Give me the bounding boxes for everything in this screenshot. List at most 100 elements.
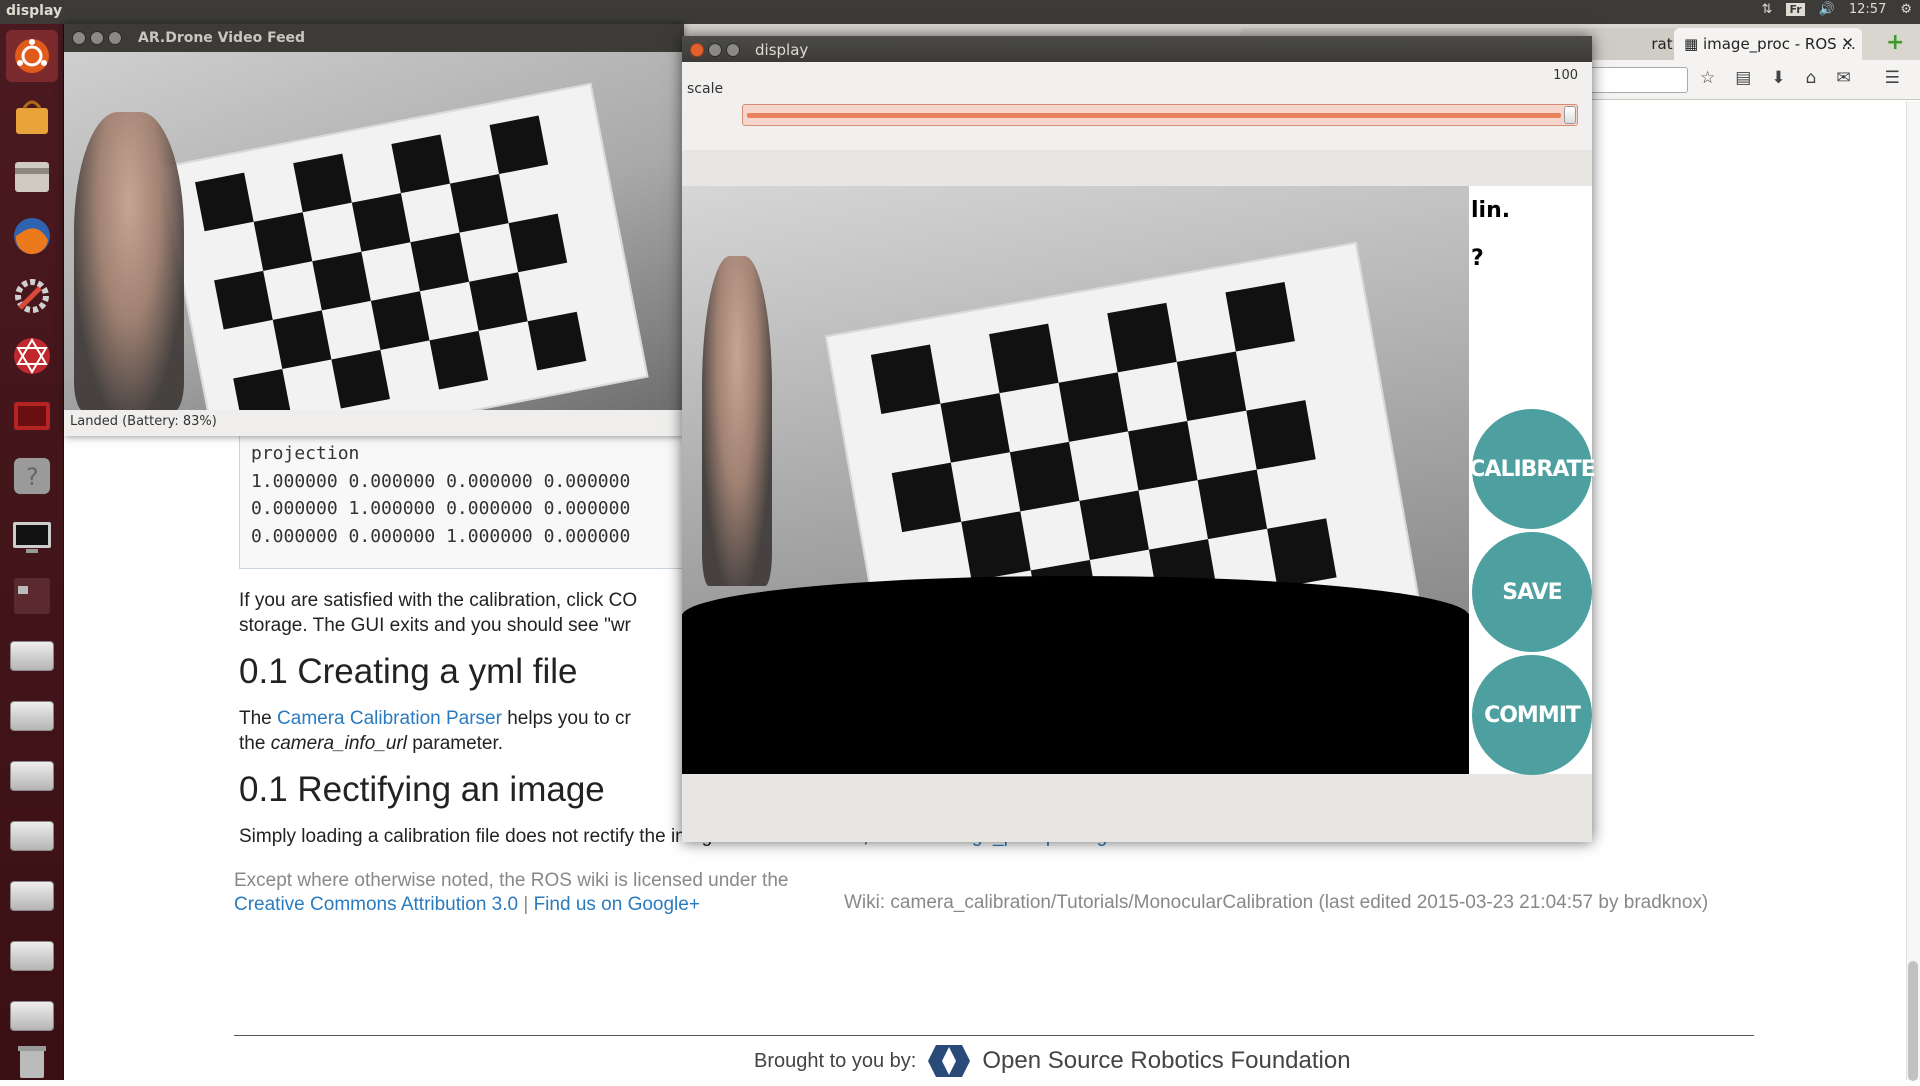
footer-links: Creative Commons Attribution 3.0 | Find …	[234, 894, 700, 916]
unity-launcher: ?	[0, 24, 64, 1080]
scale-slider[interactable]	[742, 104, 1578, 126]
person	[74, 112, 184, 410]
window-controls	[72, 31, 122, 45]
clock[interactable]: 12:57	[1849, 2, 1886, 17]
tab-favicon-icon: ▦	[1684, 35, 1703, 53]
creative-commons-link[interactable]: Creative Commons Attribution 3.0	[234, 894, 518, 915]
footer-divider	[234, 1035, 1754, 1036]
commit-button[interactable]: COMMIT	[1472, 655, 1592, 775]
top-panel: display ⇅ Fr 🔊 12:57 ⚙	[0, 0, 1920, 24]
reading-list-icon[interactable]: ▤	[1735, 68, 1751, 88]
person	[702, 256, 772, 586]
software-center-icon[interactable]	[6, 90, 58, 142]
calibration-image-area: lin. ? CALIBRATE SAVE COMMIT	[682, 186, 1596, 775]
active-app-title: display	[6, 3, 63, 19]
scale-value: 100	[1553, 68, 1578, 83]
download-icon[interactable]: ⬇	[1771, 68, 1785, 88]
text: helps you to cr	[507, 708, 631, 729]
help-icon[interactable]: ?	[6, 450, 58, 502]
svg-text:?: ?	[26, 463, 39, 491]
trash-icon[interactable]	[6, 1034, 58, 1086]
code-line: projection	[251, 443, 360, 464]
heading-creating-yml: 0.1 Creating a yml file	[239, 652, 578, 691]
system-settings-icon[interactable]	[6, 270, 58, 322]
maximize-button[interactable]	[108, 31, 122, 45]
workspace-switcher-icon[interactable]	[6, 570, 58, 622]
rectification-black-border	[682, 576, 1469, 774]
video-feed-window: AR.Drone Video Feed Landed (Battery: 83%…	[64, 24, 684, 436]
calibration-side-panel: lin. ? CALIBRATE SAVE COMMIT	[1469, 186, 1596, 775]
menu-icon[interactable]: ☰	[1885, 68, 1900, 88]
new-tab-icon[interactable]: +	[1886, 30, 1904, 55]
footer-license-text: Except where otherwise noted, the ROS wi…	[234, 870, 789, 891]
keyboard-layout-indicator[interactable]: Fr	[1786, 3, 1805, 16]
text: the	[239, 733, 266, 754]
calibrate-button[interactable]: CALIBRATE	[1469, 409, 1596, 529]
minimize-button[interactable]	[90, 31, 104, 45]
display-window: display scale 100 lin. ? CALIBRATE SAVE …	[682, 36, 1596, 842]
scale-trackbar-row: scale 100	[682, 62, 1592, 150]
scale-label: scale	[687, 81, 724, 97]
slider-fill	[747, 113, 1561, 118]
tab-label: image_proc - ROS ...	[1702, 35, 1856, 53]
network-icon[interactable]: ⇅	[1762, 2, 1773, 17]
drive-icon[interactable]	[6, 630, 58, 682]
display-window-titlebar[interactable]: display	[682, 36, 1592, 62]
tab-active[interactable]: ▦ image_proc - ROS ... ✕	[1674, 28, 1862, 60]
camera-info-url-term: camera_info_url	[270, 733, 407, 754]
video-window-titlebar[interactable]: AR.Drone Video Feed	[64, 24, 684, 52]
osrf-logo-icon[interactable]	[928, 1041, 971, 1081]
code-line: 0.000000 1.000000 0.000000 0.000000	[251, 498, 631, 519]
settings-gear-icon[interactable]: ⚙	[1900, 2, 1912, 17]
firefox-icon[interactable]	[6, 210, 58, 262]
drive-icon[interactable]	[6, 810, 58, 862]
minimize-button[interactable]	[708, 43, 722, 57]
bookmark-star-icon[interactable]: ☆	[1700, 68, 1715, 88]
drive-icon[interactable]	[6, 750, 58, 802]
display-monitor-icon[interactable]	[6, 510, 58, 562]
indicator-area: ⇅ Fr 🔊 12:57 ⚙	[1762, 2, 1912, 17]
slider-handle[interactable]	[1564, 106, 1576, 124]
toolbar-icons: ☆ ▤ ⬇ ⌂ ✉ ☰	[1700, 68, 1900, 88]
brought-label: Brought to you by:	[754, 1049, 917, 1072]
code-line: 0.000000 0.000000 1.000000 0.000000	[251, 525, 631, 547]
save-button[interactable]: SAVE	[1472, 532, 1592, 652]
footer-separator: |	[523, 894, 529, 915]
battery-status: Landed (Battery: 83%)	[70, 414, 217, 429]
side-status-text: ?	[1471, 246, 1484, 271]
side-status-text: lin.	[1471, 198, 1511, 223]
window-controls	[690, 43, 740, 57]
camera-calibration-parser-link[interactable]: Camera Calibration Parser	[277, 708, 502, 729]
calibration-paragraph-line2: storage. The GUI exits and you should se…	[239, 615, 631, 636]
home-icon[interactable]: ⌂	[1806, 68, 1817, 88]
video-feed-image	[64, 52, 684, 410]
text: The	[239, 708, 272, 729]
video-window-title: AR.Drone Video Feed	[138, 30, 306, 46]
code-block: projection 1.000000 0.000000 0.000000 0.0…	[239, 431, 759, 569]
tab-close-icon[interactable]: ✕	[1841, 34, 1854, 52]
drive-icon[interactable]	[6, 930, 58, 982]
red-app-icon[interactable]	[6, 390, 58, 442]
files-icon[interactable]	[6, 150, 58, 202]
rectified-camera-image	[682, 186, 1469, 614]
rviz-icon[interactable]	[6, 330, 58, 382]
close-button[interactable]	[690, 43, 704, 57]
google-plus-link[interactable]: Find us on Google+	[534, 894, 700, 915]
dash-home-icon[interactable]	[6, 30, 58, 82]
volume-icon[interactable]: 🔊	[1819, 2, 1835, 17]
maximize-button[interactable]	[726, 43, 740, 57]
drive-icon[interactable]	[6, 690, 58, 742]
display-window-title: display	[755, 41, 809, 59]
footer-wiki-info: Wiki: camera_calibration/Tutorials/Monoc…	[844, 892, 1709, 913]
scrollbar-thumb[interactable]	[1908, 961, 1918, 1081]
chat-icon[interactable]: ✉	[1836, 68, 1850, 88]
yml-paragraph-line2: the camera_info_url parameter.	[239, 728, 503, 759]
code-line: 1.000000 0.000000 0.000000 0.000000	[251, 470, 631, 492]
page-scrollbar[interactable]	[1906, 101, 1920, 1081]
drive-icon[interactable]	[6, 870, 58, 922]
heading-rectifying: 0.1 Rectifying an image	[239, 770, 605, 809]
brought-to-you-by: Brought to you by: Open Source Robotics …	[754, 1041, 1351, 1081]
close-button[interactable]	[72, 31, 86, 45]
osrf-name[interactable]: Open Source Robotics Foundation	[982, 1047, 1350, 1075]
text: parameter.	[412, 733, 504, 754]
